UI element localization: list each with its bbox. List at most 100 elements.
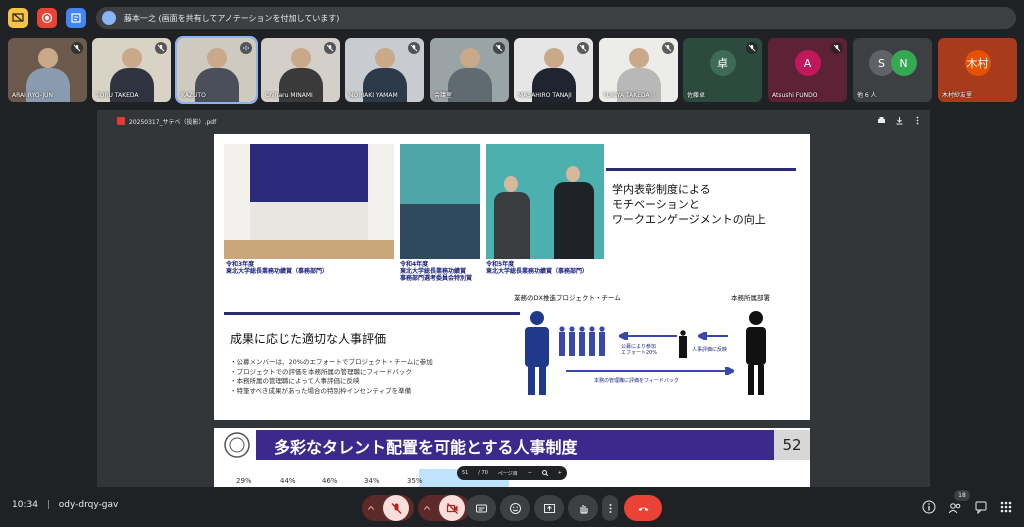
present-screen-icon (543, 503, 555, 513)
presentation-icon[interactable] (8, 8, 28, 28)
participant-name: KAZUTO (181, 92, 206, 99)
mic-off-icon (746, 42, 758, 54)
captions-button[interactable] (466, 495, 496, 521)
participant-avatar-tile[interactable]: SN他 6 人 (853, 38, 932, 102)
heading-rule-right (606, 168, 796, 171)
chevron-up-icon[interactable] (367, 504, 375, 512)
avatar-initial: N (890, 50, 917, 76)
participant-tile[interactable]: ARAI RYO-JUN (8, 38, 87, 102)
record-icon[interactable] (37, 8, 57, 28)
participant-name: Chiharu MINAMI (265, 92, 313, 99)
caption-2023-award: 東北大学総長業務功績賞（事務部門） (486, 268, 589, 275)
people-count: 18 (954, 490, 970, 501)
participant-tile[interactable]: 会議室 (430, 38, 509, 102)
dept-staff-figure (746, 311, 766, 395)
pdf-toolbar: 20250317_サテベ（投影）.pdf (97, 110, 930, 132)
participant-body (447, 68, 492, 102)
participant-avatar-tile[interactable]: 卓佐藤卓 (683, 38, 762, 102)
chevron-up-icon[interactable] (423, 504, 431, 512)
caption-2022-year: 令和4年度 (400, 261, 429, 268)
pdf-file-icon (117, 117, 125, 125)
participant-tile[interactable]: Chiharu MINAMI (261, 38, 340, 102)
next-slide-value: 44% (280, 477, 296, 485)
next-slide-value: 34% (364, 477, 380, 485)
mic-off-icon (324, 42, 336, 54)
activities-icon[interactable] (999, 500, 1013, 514)
participant-name: TORU TAKEDA (96, 92, 139, 99)
next-slide-title: 多彩なタレント配置を可能とする人事制度 (274, 438, 578, 457)
page-nav-bar[interactable]: 51 / 70 ページ目 − + (457, 466, 567, 480)
university-seal-icon (224, 432, 250, 458)
join-arrow (619, 332, 677, 340)
heading-right-line3: ワークエンゲージメントの向上 (612, 213, 766, 226)
separator: | (46, 500, 50, 510)
present-button[interactable] (534, 495, 564, 521)
camera-off-icon (446, 502, 458, 514)
captions-icon (475, 504, 487, 512)
participant-name: MASAHIRO TANAJI (518, 92, 572, 99)
participant-tile[interactable]: KAZUTO (175, 36, 258, 104)
next-slide-value: 35% (407, 477, 423, 485)
zoom-out-icon[interactable]: − (528, 470, 532, 476)
caption-2021-year: 令和3年度 (226, 261, 255, 268)
mic-off-icon (831, 42, 843, 54)
more-icon[interactable] (913, 116, 922, 125)
notes-icon[interactable] (66, 8, 86, 28)
meeting-info: 10:34 | ody-drqy-gav (12, 500, 118, 510)
mic-off-icon (155, 42, 167, 54)
zoom-in-icon[interactable]: + (558, 470, 562, 476)
participant-avatar-tile[interactable]: A Atsushi FUNDO (768, 38, 847, 102)
participant-name: 会議室 (434, 92, 453, 99)
participant-tile[interactable]: YUKIYA TAKEDA（ (599, 38, 678, 102)
heading-right: 学内表彰制度による モチベーションと ワークエンゲージメントの向上 (612, 182, 766, 227)
pdf-file-name: 20250317_サテベ（投影）.pdf (129, 118, 217, 126)
participant-name: 木村紗友里 (942, 92, 973, 99)
info-icon[interactable] (922, 500, 936, 514)
leave-call-button[interactable] (624, 495, 662, 521)
page-input[interactable]: 51 (462, 470, 468, 476)
team-members-figure (559, 326, 605, 356)
caption-2022-special: 事務部門選考委員会特別賞 (400, 275, 473, 282)
caption-2022: 令和4年度 東北大学総長業務功績賞 事務部門選考委員会特別賞 (400, 261, 472, 282)
camera-off-button[interactable] (439, 495, 465, 521)
page-total: / 70 (478, 470, 488, 476)
mic-off-icon (408, 42, 420, 54)
avatar-initial: 卓 (709, 50, 736, 76)
mic-off-icon (662, 42, 674, 54)
sharing-notice-text: 藤本一之 (画面を共有してアノテーションを付加しています) (124, 13, 340, 23)
participant-tile[interactable]: TORU TAKEDA (92, 38, 171, 102)
more-options-button[interactable] (602, 495, 618, 521)
team-label: 業務のDX推進プロジェクト・チーム (514, 294, 621, 302)
chat-icon[interactable] (974, 500, 988, 514)
participant-tile[interactable]: MASAHIRO TANAJI (514, 38, 593, 102)
participant-name: 佐藤卓 (687, 92, 706, 99)
page-label: ページ目 (497, 470, 518, 477)
caption-2022-award: 東北大学総長業務功績賞 (400, 268, 467, 275)
dept-label: 本務所属部署 (731, 294, 770, 302)
evaluate-arrow (698, 332, 728, 340)
award-photo-2022 (400, 144, 480, 259)
participant-face (290, 48, 311, 68)
download-icon[interactable] (895, 116, 904, 125)
bullet-3: ・本務所属の管理職によって人事評価に反映 (230, 377, 360, 385)
reactions-button[interactable] (500, 495, 530, 521)
emoji-icon (509, 502, 521, 514)
participant-face (543, 48, 564, 68)
participant-avatar-tile[interactable]: 木村 木村紗友里 (938, 38, 1017, 102)
bullet-2: ・プロジェクトでの評価を本務所属の管理職にフィードバック (230, 367, 412, 376)
bullet-4: ・特筆すべき成果があった場合の特別枠インセンティブを準備 (230, 386, 412, 395)
presenter-avatar (102, 11, 116, 25)
meeting-code: ody-drqy-gav (58, 500, 119, 510)
page-number: 52 (774, 430, 810, 460)
camera-control[interactable] (418, 495, 470, 521)
heading-rule-left (224, 312, 520, 315)
caption-2021: 令和3年度 東北大学総長業務功績賞（事務部門） (226, 261, 328, 275)
participant-tile[interactable]: NORIAKI YAMAM (345, 38, 424, 102)
people-button[interactable]: 18 (948, 490, 970, 516)
pdf-viewer[interactable]: 20250317_サテベ（投影）.pdf 令和3年度 東北大学総長業務功績賞（事… (97, 110, 930, 487)
print-icon[interactable] (877, 116, 886, 125)
mic-off-button[interactable] (383, 495, 409, 521)
raise-hand-button[interactable] (568, 495, 598, 521)
search-icon[interactable] (541, 470, 548, 476)
mic-control[interactable] (362, 495, 414, 521)
